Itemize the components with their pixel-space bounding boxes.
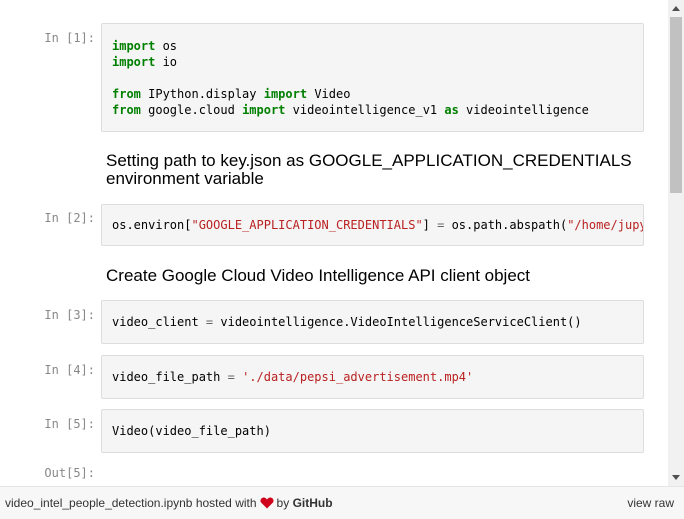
- code-line: video_client = videointelligence.VideoIn…: [112, 315, 582, 329]
- vertical-scrollbar[interactable]: [668, 0, 684, 486]
- code-cell-2[interactable]: os.environ["GOOGLE_APPLICATION_CREDENTIA…: [101, 204, 644, 246]
- code-line: from IPython.display import Video: [112, 87, 351, 101]
- code-line: os.environ["GOOGLE_APPLICATION_CREDENTIA…: [112, 218, 643, 232]
- code-block-3: video_client = videointelligence.VideoIn…: [102, 301, 643, 330]
- scroll-down-arrow-icon[interactable]: [672, 475, 680, 480]
- scrollbar-thumb[interactable]: [670, 17, 682, 193]
- gist-filename-link[interactable]: video_intel_people_detection.ipynb: [5, 496, 192, 510]
- cell-prompt-1: In [1]:: [44, 31, 95, 45]
- by-text: by: [276, 496, 290, 510]
- code-block-4: video_file_path = './data/pepsi_advertis…: [102, 356, 643, 385]
- view-raw-link[interactable]: view raw: [627, 496, 674, 510]
- code-line: from google.cloud import videointelligen…: [112, 103, 589, 117]
- cell-prompt-2: In [2]:: [44, 211, 95, 225]
- code-block-1: import os import io from IPython.display …: [102, 24, 643, 118]
- markdown-heading-client: Create Google Cloud Video Intelligence A…: [106, 266, 531, 285]
- code-cell-3[interactable]: video_client = videointelligence.VideoIn…: [101, 300, 644, 344]
- cell-prompt-3: In [3]:: [44, 308, 95, 322]
- scroll-up-arrow-icon[interactable]: [672, 6, 680, 11]
- code-cell-4[interactable]: video_file_path = './data/pepsi_advertis…: [101, 355, 644, 399]
- code-cell-1[interactable]: import os import io from IPython.display …: [101, 23, 644, 132]
- github-link[interactable]: GitHub: [293, 496, 333, 510]
- code-line: import io: [112, 55, 178, 69]
- markdown-heading-credentials: Setting path to key.json as GOOGLE_APPLI…: [106, 151, 632, 188]
- code-line: import os: [112, 39, 178, 53]
- code-line: Video(video_file_path): [112, 424, 271, 438]
- cell-prompt-4: In [4]:: [44, 363, 95, 377]
- hosted-with-text: hosted with: [195, 496, 257, 510]
- code-cell-5[interactable]: Video(video_file_path): [101, 409, 644, 453]
- code-block-5: Video(video_file_path): [102, 410, 643, 439]
- gist-footer: video_intel_people_detection.ipynb hoste…: [0, 486, 684, 519]
- heart-icon: [259, 497, 274, 509]
- notebook-viewport: In [1]: import os import io from IPython.…: [0, 0, 668, 486]
- code-line: video_file_path = './data/pepsi_advertis…: [112, 370, 474, 384]
- cell-prompt-5: In [5]:: [44, 417, 95, 431]
- output-prompt: Out[5]:: [44, 466, 95, 480]
- code-block-2: os.environ["GOOGLE_APPLICATION_CREDENTIA…: [102, 205, 643, 233]
